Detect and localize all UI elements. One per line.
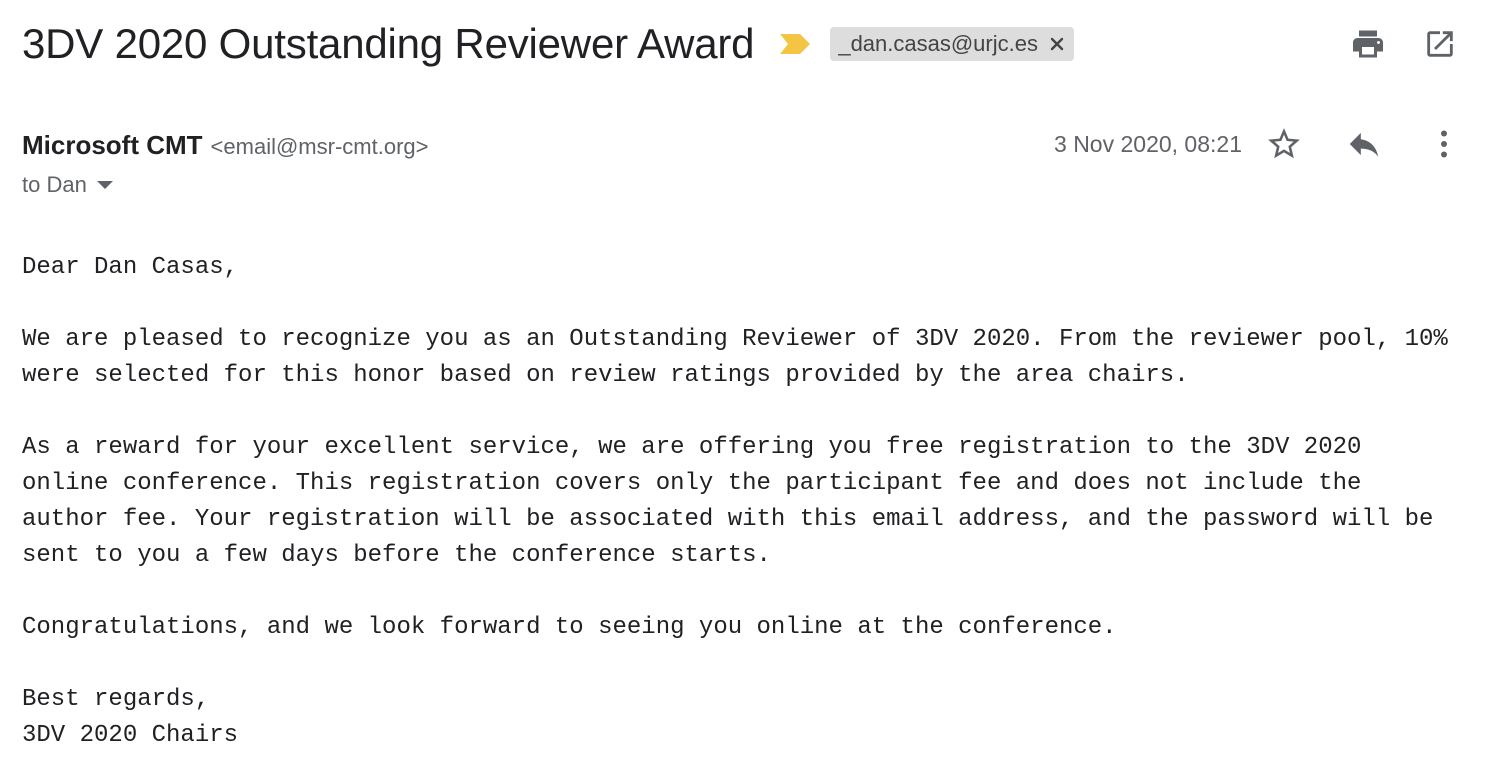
- star-icon[interactable]: [1264, 124, 1304, 164]
- recipient-text: to Dan: [22, 172, 87, 197]
- sign-off: Best regards, 3DV 2020 Chairs: [22, 682, 1462, 754]
- body-line: We are pleased to recognize you as an Ou…: [22, 326, 1448, 353]
- caret-down-icon[interactable]: [96, 181, 113, 189]
- paragraph: Congratulations, and we look forward to …: [22, 610, 1462, 646]
- body-line: Dear Dan Casas,: [22, 254, 239, 281]
- body-line: online conference. This registration cov…: [22, 470, 1362, 497]
- closing: Best regards,: [22, 686, 210, 713]
- print-icon[interactable]: [1348, 24, 1388, 64]
- thread-actions: [1348, 24, 1460, 64]
- importance-marker-icon[interactable]: [778, 32, 812, 56]
- sender-row: Microsoft CMT <email@msr-cmt.org>: [22, 130, 428, 161]
- body-line: author fee. Your registration will be as…: [22, 506, 1434, 533]
- sender-name[interactable]: Microsoft CMT: [22, 130, 203, 161]
- label-chip[interactable]: _dan.casas@urjc.es: [830, 27, 1074, 61]
- open-in-new-window-icon[interactable]: [1420, 24, 1460, 64]
- body-line: sent to you a few days before the confer…: [22, 542, 771, 569]
- subject-row: 3DV 2020 Outstanding Reviewer Award _dan…: [22, 14, 1074, 74]
- body-line: As a reward for your excellent service, …: [22, 434, 1362, 461]
- label-chip-text: _dan.casas@urjc.es: [838, 31, 1038, 56]
- email-subject: 3DV 2020 Outstanding Reviewer Award: [22, 20, 755, 67]
- body-line: Congratulations, and we look forward to …: [22, 614, 1117, 641]
- greeting: Dear Dan Casas,: [22, 250, 1462, 286]
- paragraph: We are pleased to recognize you as an Ou…: [22, 322, 1462, 394]
- more-vertical-icon[interactable]: [1424, 124, 1464, 164]
- recipient-details-toggle[interactable]: to Dan: [22, 172, 113, 198]
- close-icon[interactable]: [1050, 37, 1064, 51]
- message-date: 3 Nov 2020, 08:21: [1054, 130, 1242, 157]
- sender-email: <email@msr-cmt.org>: [210, 134, 429, 159]
- message-body: Dear Dan Casas, We are pleased to recogn…: [22, 250, 1462, 754]
- reply-icon[interactable]: [1344, 124, 1384, 164]
- signature: 3DV 2020 Chairs: [22, 722, 239, 749]
- message-meta: 3 Nov 2020, 08:21: [1054, 124, 1464, 164]
- paragraph: As a reward for your excellent service, …: [22, 430, 1462, 574]
- body-line: were selected for this honor based on re…: [22, 362, 1189, 389]
